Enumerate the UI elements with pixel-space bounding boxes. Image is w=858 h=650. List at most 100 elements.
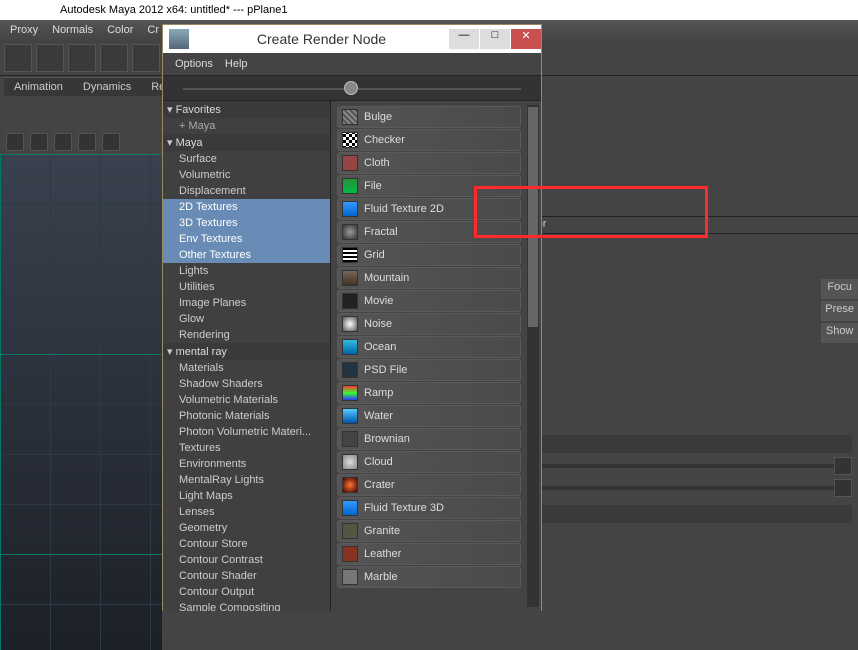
render-node-leather[interactable]: Leather (337, 543, 521, 565)
render-node-cloth[interactable]: Cloth (337, 152, 521, 174)
render-node-marble[interactable]: Marble (337, 566, 521, 588)
render-node-ramp[interactable]: Ramp (337, 382, 521, 404)
create-render-node-dialog: Create Render Node — □ ✕ Options Help Fa… (162, 24, 542, 611)
tree-item[interactable]: Glow (163, 311, 330, 327)
node-label: Noise (364, 318, 392, 330)
render-node-fractal[interactable]: Fractal (337, 221, 521, 243)
viewport-icon[interactable] (30, 133, 48, 151)
render-node-psd-file[interactable]: PSD File (337, 359, 521, 381)
node-thumbnail-icon (342, 178, 358, 194)
tree-item[interactable]: Volumetric Materials (163, 392, 330, 408)
render-node-bulge[interactable]: Bulge (337, 106, 521, 128)
tree-item[interactable]: + Maya (163, 118, 330, 134)
render-node-brownian[interactable]: Brownian (337, 428, 521, 450)
render-node-noise[interactable]: Noise (337, 313, 521, 335)
node-label: Fractal (364, 226, 398, 238)
node-label: Crater (364, 479, 395, 491)
node-thumbnail-icon (342, 109, 358, 125)
slider-handle-icon[interactable] (344, 81, 358, 95)
tree-item[interactable]: Env Textures (163, 231, 330, 247)
render-node-cloud[interactable]: Cloud (337, 451, 521, 473)
render-node-mountain[interactable]: Mountain (337, 267, 521, 289)
render-node-fluid-texture-2d[interactable]: Fluid Texture 2D (337, 198, 521, 220)
viewport-icon[interactable] (102, 133, 120, 151)
scrollbar-thumb[interactable] (528, 107, 538, 327)
viewport-icon[interactable] (78, 133, 96, 151)
viewport-icon[interactable] (6, 133, 24, 151)
tree-item[interactable]: Image Planes (163, 295, 330, 311)
tree-item[interactable]: Lenses (163, 504, 330, 520)
category-tree[interactable]: Favorites+ MayaMayaSurfaceVolumetricDisp… (163, 101, 331, 611)
maximize-button[interactable]: □ (480, 29, 510, 49)
show-button[interactable]: Show (821, 323, 858, 343)
focus-button[interactable]: Focu (821, 279, 858, 299)
render-node-file[interactable]: File (337, 175, 521, 197)
dialog-menu-help[interactable]: Help (225, 58, 248, 70)
tree-item[interactable]: Utilities (163, 279, 330, 295)
transparency-picker-icon[interactable] (834, 479, 852, 497)
tree-item[interactable]: Lights (163, 263, 330, 279)
menu-create[interactable]: Cr (147, 24, 159, 36)
tree-item[interactable]: Textures (163, 440, 330, 456)
tool-icon[interactable] (4, 44, 32, 72)
node-label: Brownian (364, 433, 410, 445)
tool-icon[interactable] (36, 44, 64, 72)
minimize-button[interactable]: — (449, 29, 479, 49)
tool-icon[interactable] (100, 44, 128, 72)
shelf-animation[interactable]: Animation (4, 77, 73, 96)
tree-item[interactable]: Contour Store (163, 536, 330, 552)
tree-item[interactable]: Geometry (163, 520, 330, 536)
tree-item[interactable]: Contour Output (163, 584, 330, 600)
tree-item[interactable]: Materials (163, 360, 330, 376)
tree-item[interactable]: Contour Contrast (163, 552, 330, 568)
node-label: Granite (364, 525, 400, 537)
tree-item[interactable]: Favorites (163, 101, 330, 118)
dialog-titlebar[interactable]: Create Render Node — □ ✕ (163, 25, 541, 53)
maya-icon (169, 29, 189, 49)
render-node-grid[interactable]: Grid (337, 244, 521, 266)
tool-icon[interactable] (132, 44, 160, 72)
tree-item[interactable]: mental ray (163, 343, 330, 360)
render-node-crater[interactable]: Crater (337, 474, 521, 496)
render-node-water[interactable]: Water (337, 405, 521, 427)
node-list[interactable]: BulgeCheckerCloth File Fluid Texture 2D Fra… (331, 101, 541, 611)
menu-proxy[interactable]: Proxy (10, 24, 38, 36)
tree-item[interactable]: Sample Compositing (163, 600, 330, 611)
scrollbar[interactable] (527, 105, 539, 607)
viewport[interactable] (0, 130, 162, 650)
node-thumbnail-icon (342, 339, 358, 355)
render-node-granite[interactable]: Granite (337, 520, 521, 542)
tree-item[interactable]: Light Maps (163, 488, 330, 504)
tool-icon[interactable] (68, 44, 96, 72)
color-picker-icon[interactable] (834, 457, 852, 475)
viewport-icon[interactable] (54, 133, 72, 151)
tree-item[interactable]: Volumetric (163, 167, 330, 183)
tree-item[interactable]: Shadow Shaders (163, 376, 330, 392)
dialog-menu-options[interactable]: Options (175, 58, 213, 70)
dialog-slider[interactable] (163, 75, 541, 101)
render-node-ocean[interactable]: Ocean (337, 336, 521, 358)
node-label: File (364, 180, 382, 192)
tree-item[interactable]: Photon Volumetric Materi... (163, 424, 330, 440)
render-node-fluid-texture-3d[interactable]: Fluid Texture 3D (337, 497, 521, 519)
render-node-checker[interactable]: Checker (337, 129, 521, 151)
tree-item[interactable]: 3D Textures (163, 215, 330, 231)
tree-item[interactable]: Contour Shader (163, 568, 330, 584)
presets-button[interactable]: Prese (821, 301, 858, 321)
tree-item[interactable]: MentalRay Lights (163, 472, 330, 488)
tree-item[interactable]: Other Textures (163, 247, 330, 263)
close-button[interactable]: ✕ (511, 29, 541, 49)
tree-item[interactable]: Displacement (163, 183, 330, 199)
tree-item[interactable]: Environments (163, 456, 330, 472)
tree-item[interactable]: Surface (163, 151, 330, 167)
render-node-movie[interactable]: Movie (337, 290, 521, 312)
tree-item[interactable]: Rendering (163, 327, 330, 343)
tree-item[interactable]: Maya (163, 134, 330, 151)
tree-item[interactable]: 2D Textures (163, 199, 330, 215)
tree-item[interactable]: Photonic Materials (163, 408, 330, 424)
node-label: Fluid Texture 3D (364, 502, 444, 514)
node-thumbnail-icon (342, 270, 358, 286)
menu-normals[interactable]: Normals (52, 24, 93, 36)
shelf-dynamics[interactable]: Dynamics (73, 77, 141, 96)
menu-color[interactable]: Color (107, 24, 133, 36)
